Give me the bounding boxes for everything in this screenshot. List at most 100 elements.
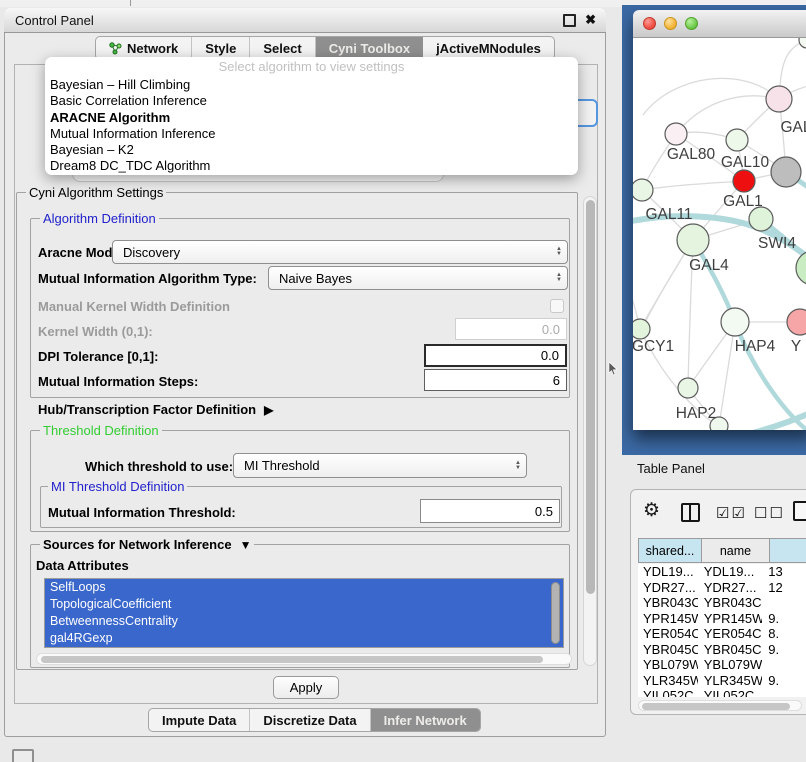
aracne-mode-combobox[interactable]: Discovery ▲▼ (112, 240, 568, 264)
algorithm-option[interactable]: Bayesian – Hill Climbing (45, 77, 578, 93)
network-node-gal80[interactable] (665, 123, 687, 145)
svg-text:Y: Y (791, 338, 801, 355)
algorithm-option[interactable]: Basic Correlation Inference (45, 93, 578, 109)
close-window-icon[interactable]: ✖ (585, 12, 596, 28)
screen: Control Panel ✖ Network Style Select Cyn… (0, 0, 806, 762)
sources-group-toggle[interactable]: Sources for Network Inference ▼ (40, 537, 254, 552)
column-header-clipped[interactable] (769, 538, 806, 563)
network-node-salmon[interactable] (787, 309, 806, 335)
attributes-hscrollbar-thumb[interactable] (41, 656, 543, 663)
tab-select[interactable]: Select (250, 37, 315, 59)
mi-steps-field[interactable]: 6 (424, 369, 567, 391)
network-node[interactable] (799, 38, 806, 48)
table-hscrollbar[interactable] (638, 700, 802, 711)
columns-icon[interactable] (681, 503, 700, 522)
data-attributes-label: Data Attributes (36, 558, 129, 573)
svg-text:GAL4: GAL4 (689, 257, 729, 274)
page-icon[interactable] (793, 501, 806, 521)
svg-text:GAL10: GAL10 (721, 154, 770, 171)
dpi-tolerance-label: DPI Tolerance [0,1]: (38, 349, 158, 364)
network-node-swi4[interactable] (749, 207, 773, 231)
network-node-hap2[interactable] (678, 378, 698, 398)
float-window-icon[interactable] (563, 14, 576, 27)
dpi-tolerance-field[interactable]: 0.0 (424, 344, 567, 367)
network-node-gal1[interactable] (733, 170, 755, 192)
mouse-cursor (608, 362, 618, 376)
attribute-item[interactable]: BetweennessCentrality (45, 613, 563, 630)
settings-scrollbar[interactable] (583, 196, 597, 666)
manual-kernel-checkbox[interactable] (550, 299, 564, 313)
network-node-gal[interactable] (766, 86, 792, 112)
algorithm-option-selected[interactable]: ARACNE Algorithm (45, 110, 578, 126)
which-threshold-combobox[interactable]: MI Threshold ▲▼ (233, 453, 527, 478)
gear-icon[interactable]: ⚙ (643, 501, 660, 520)
mi-threshold-group-title: MI Threshold Definition (48, 479, 187, 494)
algorithm-option[interactable]: Bayesian – K2 (45, 142, 578, 158)
table-row[interactable]: YPR145WYPR145W9. (638, 611, 806, 627)
tab-cyni-toolbox[interactable]: Cyni Toolbox (316, 37, 423, 59)
select-all-checkboxes-icon[interactable]: ☑☑ (716, 504, 747, 522)
network-node-gray[interactable] (771, 157, 801, 187)
deselect-all-checkboxes-icon[interactable]: ☐☐ (754, 504, 785, 522)
minimized-panel-icon[interactable] (12, 749, 34, 762)
network-canvas[interactable]: GAL GAL80 GAL10 GAL1 GAL11 SWI4 GAL4 GCY… (633, 38, 806, 430)
attributes-hscrollbar[interactable] (36, 653, 572, 665)
network-node-hap4[interactable] (721, 308, 749, 336)
tab-network[interactable]: Network (96, 37, 192, 59)
table-row[interactable]: YIL052CYIL052C (638, 688, 806, 697)
table-row[interactable]: YER054CYER054C8. (638, 626, 806, 642)
svg-text:GCY1: GCY1 (633, 338, 674, 355)
data-attributes-list: SelfLoops TopologicalCoefficient Between… (44, 578, 564, 648)
attributes-scrollbar-thumb[interactable] (551, 582, 560, 644)
table-body: YDL19...YDL19...13 YDR27...YDR27...12 YB… (638, 564, 806, 697)
network-icon (109, 42, 122, 55)
tab-style[interactable]: Style (192, 37, 250, 59)
tab-label: Network (127, 41, 178, 56)
network-window: GAL GAL80 GAL10 GAL1 GAL11 SWI4 GAL4 GCY… (633, 10, 806, 430)
tab-jactivemnodules[interactable]: jActiveMNodules (423, 37, 554, 59)
table-row[interactable]: YBR043CYBR043C (638, 595, 806, 611)
algorithm-option[interactable]: Dream8 DC_TDC Algorithm (45, 158, 578, 174)
table-row[interactable]: YDR27...YDR27...12 (638, 580, 806, 596)
attribute-item[interactable]: gal4RGexp (45, 630, 563, 647)
attribute-item[interactable]: SelfLoops (45, 579, 563, 596)
zoom-traffic-light-icon[interactable] (685, 17, 698, 30)
settings-scrollbar-thumb[interactable] (586, 200, 595, 594)
kernel-width-label: Kernel Width (0,1): (38, 324, 153, 339)
table-hscrollbar-thumb[interactable] (642, 703, 790, 710)
minimize-traffic-light-icon[interactable] (664, 17, 677, 30)
combobox-stepper-icon: ▲▼ (515, 461, 526, 471)
network-node-gal11[interactable] (633, 179, 653, 201)
table-row[interactable]: YBL079WYBL079W (638, 657, 806, 673)
cyni-settings-title: Cyni Algorithm Settings (26, 185, 166, 200)
network-view-frame: GAL GAL80 GAL10 GAL1 GAL11 SWI4 GAL4 GCY… (622, 5, 806, 455)
hub-tf-section-toggle[interactable]: Hub/Transcription Factor Definition ▶ (38, 402, 273, 417)
table-row[interactable]: YDL19...YDL19...13 (638, 564, 806, 580)
mi-threshold-field[interactable]: 0.5 (420, 499, 560, 523)
close-traffic-light-icon[interactable] (643, 17, 656, 30)
tab-discretize-data[interactable]: Discretize Data (250, 709, 370, 731)
algorithm-option[interactable]: Mutual Information Inference (45, 126, 578, 142)
network-window-titlebar (633, 10, 806, 38)
algorithm-dropdown-popup: Select algorithm to view settings Bayesi… (45, 57, 578, 175)
network-node[interactable] (796, 251, 806, 285)
combobox-stepper-icon: ▲▼ (556, 273, 567, 283)
svg-text:HAP2: HAP2 (676, 405, 717, 422)
tab-infer-network[interactable]: Infer Network (371, 709, 480, 731)
tab-impute-data[interactable]: Impute Data (149, 709, 250, 731)
algorithm-definition-title: Algorithm Definition (40, 211, 159, 226)
mi-type-combobox[interactable]: Naive Bayes ▲▼ (268, 266, 568, 290)
attribute-item[interactable]: TopologicalCoefficient (45, 596, 563, 613)
column-header-name[interactable]: name (701, 538, 770, 563)
table-row[interactable]: YBR045CYBR045C9. (638, 642, 806, 658)
network-node-gal4[interactable] (677, 224, 709, 256)
manual-kernel-label: Manual Kernel Width Definition (38, 299, 230, 314)
network-node-gcy1[interactable] (633, 319, 650, 339)
column-header-shared-name[interactable]: shared... (638, 538, 702, 563)
kernel-width-field[interactable]: 0.0 (455, 318, 567, 340)
svg-text:GAL11: GAL11 (645, 206, 692, 223)
network-node-gal10[interactable] (726, 129, 748, 151)
svg-text:GAL1: GAL1 (723, 193, 763, 210)
apply-button[interactable]: Apply (273, 676, 339, 699)
table-row[interactable]: YLR345WYLR345W9. (638, 673, 806, 689)
